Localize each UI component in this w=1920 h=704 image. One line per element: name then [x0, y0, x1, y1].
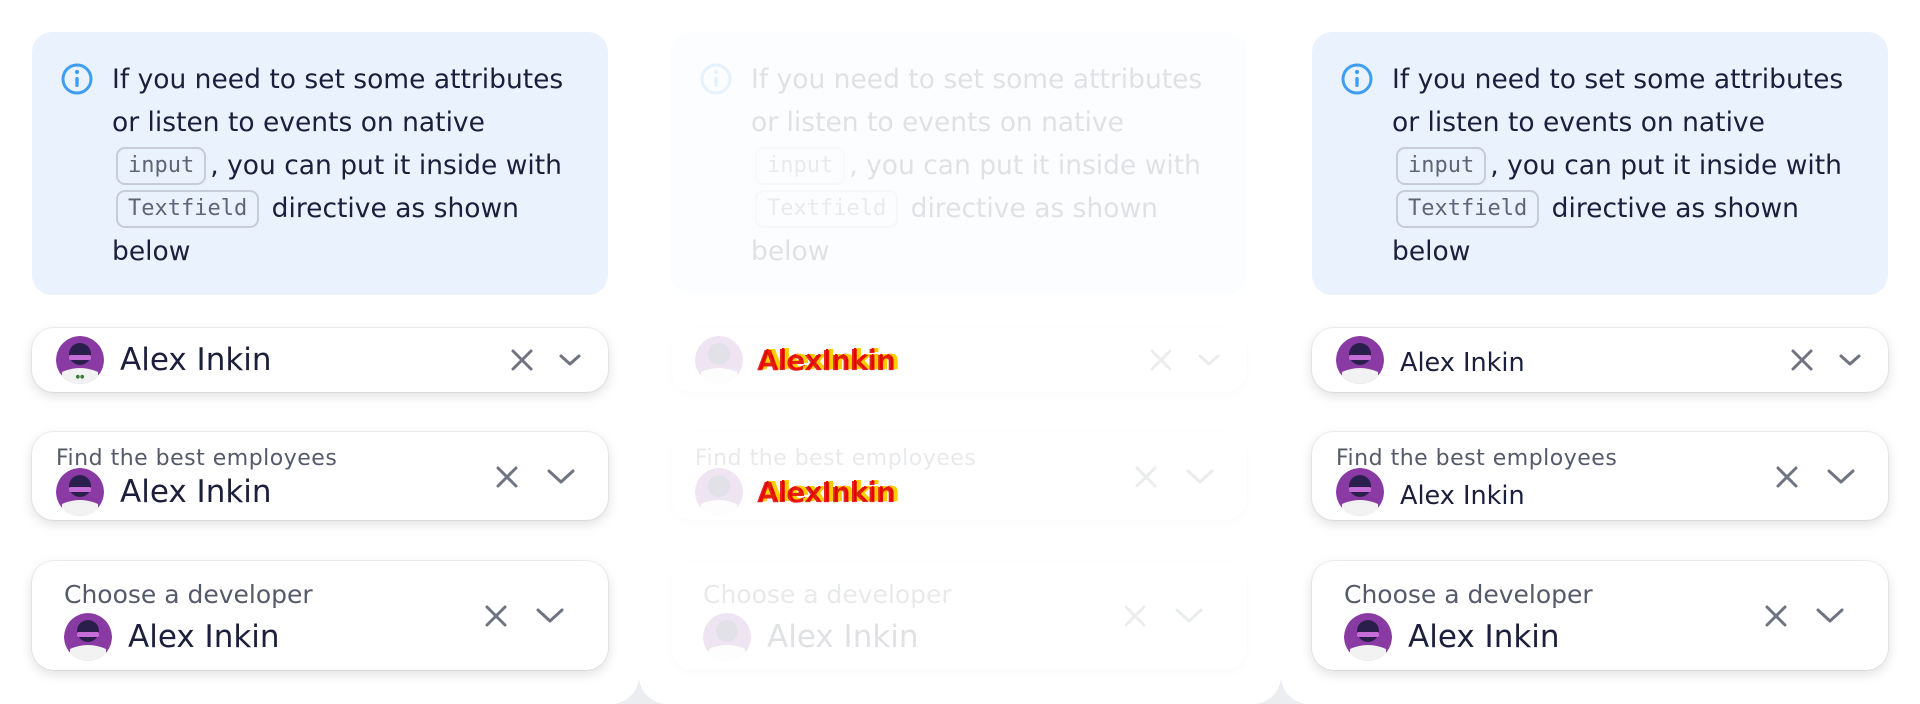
- chevron-down-icon[interactable]: [1838, 350, 1862, 370]
- select-field-developer[interactable]: Choose a developer Alex Inkin: [32, 561, 608, 670]
- select-field-plain[interactable]: Alex Inkin: [1312, 328, 1888, 392]
- code-input: input: [1396, 147, 1487, 185]
- close-icon[interactable]: [494, 464, 520, 490]
- avatar: [1336, 336, 1384, 384]
- close-icon[interactable]: [1763, 603, 1789, 629]
- select-field-labeled[interactable]: Find the best employees Alex Inkin: [1312, 432, 1888, 520]
- notification-text: , you can put it inside with: [849, 150, 1201, 181]
- info-icon: [61, 63, 93, 95]
- notification-text: , you can put it inside with: [210, 150, 562, 181]
- selected-value: Alex Inkin: [1408, 619, 1560, 655]
- avatar: [1336, 468, 1384, 516]
- avatar: [695, 468, 743, 516]
- notification: If you need to set some attributes or li…: [671, 32, 1247, 295]
- chevron-down-icon[interactable]: [558, 350, 582, 370]
- code-textfield: Textfield: [755, 190, 899, 228]
- glitched-text: AlexInkin: [757, 344, 896, 377]
- code-input: input: [755, 147, 846, 185]
- selected-value: Alex Inkin: [128, 619, 280, 655]
- chevron-down-icon[interactable]: [546, 466, 576, 488]
- stage: If you need to set some attributes or li…: [0, 0, 1920, 704]
- selected-value: Alex Inkin: [767, 619, 919, 655]
- code-input: input: [116, 147, 207, 185]
- selected-value: Alex Inkin: [120, 474, 272, 510]
- select-field-developer[interactable]: Choose a developer Alex Inkin: [671, 561, 1247, 670]
- avatar: [1344, 613, 1392, 661]
- notification-text: If you need to set some attributes or li…: [751, 64, 1203, 138]
- info-icon: [1341, 63, 1373, 95]
- glitched-value: AlexInkin AlexInkin AlexInkin: [757, 472, 959, 512]
- avatar: [56, 468, 104, 516]
- chevron-down-icon[interactable]: [535, 605, 565, 627]
- chevron-down-icon[interactable]: [1185, 466, 1215, 488]
- notification-text: , you can put it inside with: [1490, 150, 1842, 181]
- avatar: [64, 613, 112, 661]
- demo-panel-left: If you need to set some attributes or li…: [0, 0, 639, 704]
- close-icon[interactable]: [510, 348, 534, 372]
- glitched-text: AlexInkin: [757, 476, 896, 509]
- field-label: Choose a developer: [1344, 580, 1593, 609]
- glitched-value: AlexInkin AlexInkin AlexInkin: [757, 340, 959, 380]
- code-textfield: Textfield: [1396, 190, 1540, 228]
- chevron-down-icon[interactable]: [1815, 605, 1845, 627]
- close-icon[interactable]: [483, 603, 509, 629]
- chevron-down-icon[interactable]: [1174, 605, 1204, 627]
- selected-value: Alex Inkin: [1400, 348, 1525, 378]
- field-label: Choose a developer: [703, 580, 952, 609]
- close-icon[interactable]: [1133, 464, 1159, 490]
- code-textfield: Textfield: [116, 190, 260, 228]
- notification: If you need to set some attributes or li…: [32, 32, 608, 295]
- chevron-down-icon[interactable]: [1826, 466, 1856, 488]
- close-icon[interactable]: [1149, 348, 1173, 372]
- avatar: ●●: [56, 336, 104, 384]
- chevron-down-icon[interactable]: [1197, 350, 1221, 370]
- svg-text:●●: ●●: [76, 374, 85, 380]
- selected-value: Alex Inkin: [1400, 481, 1525, 511]
- selected-value: Alex Inkin: [120, 342, 272, 378]
- demo-panel-middle: If you need to set some attributes or li…: [639, 0, 1281, 704]
- notification: If you need to set some attributes or li…: [1312, 32, 1888, 295]
- field-label: Find the best employees: [56, 446, 338, 471]
- avatar: [695, 336, 743, 384]
- notification-text: If you need to set some attributes or li…: [112, 64, 564, 138]
- close-icon[interactable]: [1122, 603, 1148, 629]
- field-label: Choose a developer: [64, 580, 313, 609]
- field-label: Find the best employees: [1336, 446, 1618, 471]
- demo-panel-right: If you need to set some attributes or li…: [1281, 0, 1920, 704]
- notification-text: If you need to set some attributes or li…: [1392, 64, 1844, 138]
- select-field-plain[interactable]: ●● Alex Inkin: [32, 328, 608, 392]
- select-field-developer[interactable]: Choose a developer Alex Inkin: [1312, 561, 1888, 670]
- close-icon[interactable]: [1774, 464, 1800, 490]
- avatar: [703, 613, 751, 661]
- info-icon: [700, 63, 732, 95]
- select-field-labeled[interactable]: Find the best employees Alex Inkin: [32, 432, 608, 520]
- close-icon[interactable]: [1790, 348, 1814, 372]
- field-label: Find the best employees: [695, 446, 977, 471]
